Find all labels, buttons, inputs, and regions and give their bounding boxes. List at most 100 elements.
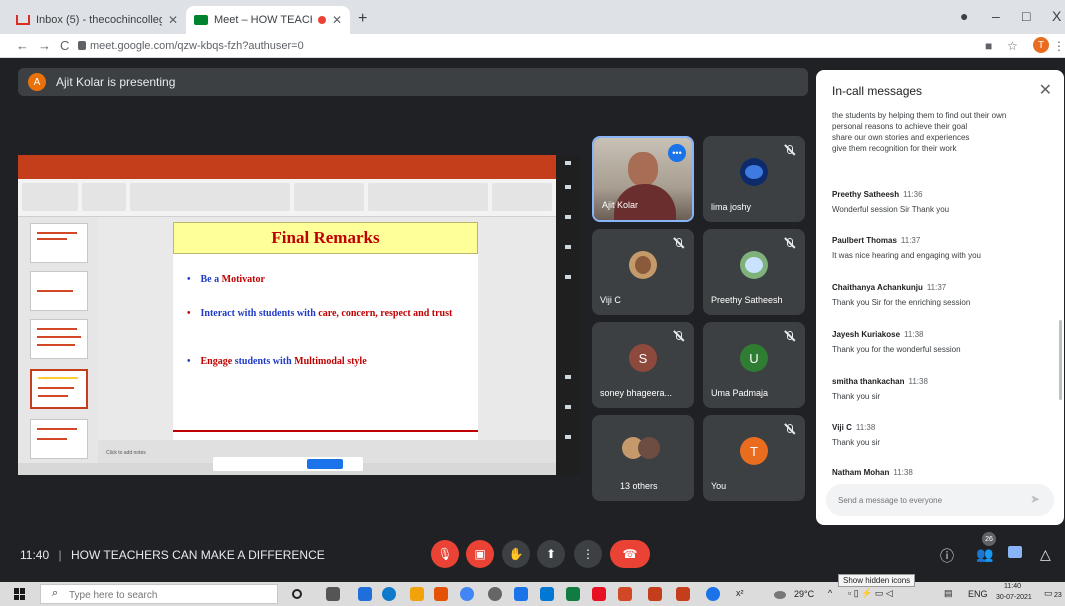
star-icon[interactable]: ☆ [1007,39,1018,53]
participant-avatar: S [629,344,657,372]
menu-icon[interactable]: ⋮ [1053,39,1065,53]
vlc-icon[interactable] [434,587,448,601]
participant-name: Ajit Kolar [602,200,639,210]
mic-off-icon [783,144,795,156]
slide-footer-line [173,430,478,432]
url-field[interactable]: meet.google.com/qzw-kbqs-fzh?authuser=0 [90,40,304,52]
profile-avatar[interactable]: T [1033,37,1049,53]
edge-icon[interactable] [382,587,396,601]
chrome-icon[interactable] [460,587,474,601]
tab-gmail-inbox[interactable]: Inbox (5) - thecochincollege1961 ✕ [8,6,186,34]
close-icon[interactable]: ✕ [1039,80,1052,100]
mic-off-icon [783,237,795,249]
more-options-icon[interactable]: ••• [668,144,686,162]
chat-scrollbar[interactable] [1059,320,1062,400]
participant-name: You [711,481,727,491]
slide-thumbnail[interactable] [30,319,88,359]
app-icon[interactable] [540,587,554,601]
tab-title: Meet – HOW TEACHERS CAN [214,14,312,26]
people-icon[interactable]: 👥 [976,546,993,563]
microphone-off-button[interactable]: 🎙 [431,540,459,568]
participant-tile[interactable]: lima joshy [703,136,805,222]
meeting-details-icon[interactable]: ⓘ [940,546,954,566]
chat-message: Paulbert Thomas 11:37 It was nice hearing… [832,236,981,260]
tab-title: Inbox (5) - thecochincollege1961 [36,14,162,26]
chat-icon[interactable] [1008,546,1022,558]
participant-tile-self[interactable]: T You [703,415,805,501]
presenter-toolbar [556,155,580,475]
slide-thumbnail-selected[interactable] [30,369,88,409]
language-indicator[interactable]: ENG [968,589,988,599]
tooltip: Show hidden icons [838,574,916,587]
weather-temp[interactable]: 29°C [794,589,814,599]
taskbar-search-input[interactable] [40,584,278,604]
ppt-ribbon [18,179,556,217]
app-icon[interactable] [592,587,606,601]
app-icon[interactable] [706,587,720,601]
presenting-banner: A Ajit Kolar is presenting [18,68,808,96]
clock-time[interactable]: 11:40 [1004,583,1021,590]
app-icon[interactable] [488,587,502,601]
camera-icon[interactable]: ■ [985,39,992,53]
people-tray-icon[interactable]: x² [736,588,744,598]
leave-call-button[interactable]: ☎ [610,540,650,568]
chat-message: Jayesh Kuriakose 11:38 Thank you for the … [832,330,961,354]
app-icon[interactable] [618,587,632,601]
stop-sharing-button[interactable] [307,459,343,469]
raise-hand-button[interactable]: ✋ [502,540,530,568]
forward-icon[interactable]: → [38,38,51,53]
participant-tile[interactable]: S soney bhageera... [592,322,694,408]
tab-close-icon[interactable]: ✕ [168,13,178,27]
chat-message: Natham Mohan 11:38 [832,468,913,477]
notification-count: 23 [1054,592,1062,599]
tab-close-icon[interactable]: ✕ [332,13,342,27]
camera-off-button[interactable]: ▣ [466,540,494,568]
participant-tile[interactable]: Preethy Satheesh [703,229,805,315]
file-explorer-icon[interactable] [358,587,372,601]
slide-thumbnail[interactable] [30,419,88,459]
slide-thumbnail[interactable] [30,271,88,311]
app-icon[interactable] [514,587,528,601]
new-tab-button[interactable]: + [358,10,367,28]
notification-icon[interactable]: ▭ [1044,588,1053,599]
message-list: the students by helping them to find out… [832,110,1047,478]
gmail-icon [16,15,30,25]
windows-start-icon[interactable] [14,588,26,600]
excel-icon[interactable] [566,587,580,601]
tray-icons[interactable]: ▫ ▯ ⚡ ▭ ◁ [848,588,893,599]
meeting-info: 11:40 | HOW TEACHERS CAN MAKE A DIFFEREN… [20,548,325,562]
participant-tile[interactable]: ••• Ajit Kolar [592,136,694,222]
participant-tile[interactable]: U Uma Padmaja [703,322,805,408]
activities-icon[interactable]: △ [1040,546,1051,563]
close-window-button[interactable]: X [1052,8,1061,24]
reload-icon[interactable]: C [60,38,69,53]
slide-thumbnail[interactable] [30,223,88,263]
back-icon[interactable]: ← [16,38,29,53]
minimize-button[interactable]: – [992,8,1000,24]
task-view-icon[interactable] [326,587,340,601]
clock-date[interactable]: 30-07-2021 [996,594,1032,601]
slide-title: Final Remarks [271,228,380,247]
recording-icon [317,16,326,24]
keyboard-icon[interactable]: ▤ [944,588,953,599]
participant-name: 13 others [620,481,658,491]
message-continued: the students by helping them to find out… [832,111,1007,153]
app-icon[interactable] [648,587,662,601]
app-icon[interactable] [410,587,424,601]
present-now-button[interactable]: ⬆ [537,540,565,568]
chat-title: In-call messages [832,84,923,98]
chat-message-input[interactable] [826,484,1054,516]
mic-off-icon [783,423,795,435]
send-icon[interactable]: ➤ [1030,492,1040,506]
tab-google-meet[interactable]: Meet – HOW TEACHERS CAN ✕ [186,6,350,34]
participant-name: Viji C [600,295,621,305]
participant-tile-others[interactable]: 13 others [592,415,694,501]
participant-tile[interactable]: Viji C [592,229,694,315]
cortana-icon[interactable] [292,589,302,599]
chevron-up-icon[interactable]: ^ [828,588,832,598]
more-options-button[interactable]: ⋮ [574,540,602,568]
ppt-ribbon-tabs [18,169,556,179]
participant-avatar [629,251,657,279]
powerpoint-icon[interactable] [676,587,690,601]
maximize-button[interactable]: □ [1022,8,1030,24]
